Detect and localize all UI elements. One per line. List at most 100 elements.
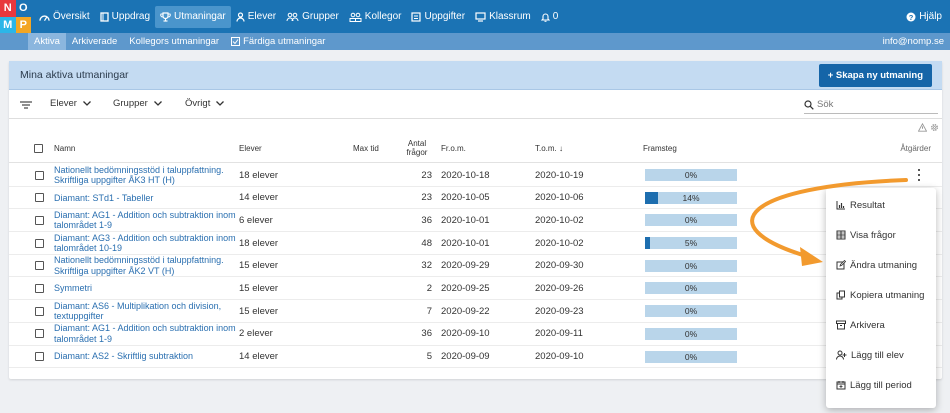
header-antal-fragor[interactable]: Antal frågor	[402, 133, 432, 163]
main-nav: Översikt Uppdrag Utmaningar Elever Grupp…	[34, 0, 563, 33]
table-tools	[918, 123, 939, 132]
row-checkbox[interactable]	[35, 215, 44, 225]
menu-item-resultat[interactable]: Resultat	[826, 190, 936, 220]
nav-item-notifications[interactable]: 0	[536, 6, 564, 28]
row-name-link[interactable]: Diamant: AS2 - Skriftlig subtraktion	[54, 346, 239, 368]
row-checkbox[interactable]	[35, 283, 44, 293]
row-tom-date: 2020-09-26	[535, 282, 584, 294]
table-header: Namn Elever Max tid Antal frågor Fr.o.m.…	[9, 133, 942, 163]
nav-item-utmaningar[interactable]: Utmaningar	[155, 5, 231, 28]
warning-icon[interactable]	[918, 123, 927, 132]
row-from-date: 2020-09-25	[441, 282, 490, 294]
menu-item-lagg-till-elev[interactable]: Lägg till elev	[826, 340, 936, 370]
header-from[interactable]: Fr.o.m.	[441, 133, 466, 163]
subnav-item-fardiga[interactable]: Färdiga utmaningar	[225, 33, 331, 50]
row-elever: 14 elever	[239, 192, 279, 204]
more-actions-icon[interactable]	[915, 168, 923, 182]
row-name-link[interactable]: Diamant: AG3 - Addition och subtraktion …	[54, 232, 239, 254]
progress-bar: 0%	[645, 259, 737, 272]
table-row[interactable]: Diamant: AG1 - Addition och subtraktion …	[9, 323, 942, 346]
row-from-date: 2020-10-05	[441, 192, 490, 204]
header-tom[interactable]: T.o.m. ↓	[535, 133, 563, 163]
row-checkbox[interactable]	[35, 329, 44, 339]
nav-item-oversikt[interactable]: Översikt	[34, 6, 95, 28]
filter-elever-label: Elever	[50, 98, 77, 109]
nav-label-kollegor: Kollegor	[364, 11, 402, 22]
nav-label-uppdrag: Uppdrag	[111, 11, 151, 22]
menu-item-kopiera-utmaning[interactable]: Kopiera utmaning	[826, 280, 936, 310]
create-challenge-button[interactable]: + Skapa ny utmaning	[818, 64, 932, 87]
gear-icon[interactable]	[930, 123, 939, 132]
row-tom-date: 2020-09-11	[535, 328, 583, 340]
help-link[interactable]: ? Hjälp	[906, 0, 942, 33]
nomp-logo[interactable]: N O M P	[0, 0, 31, 33]
row-name-link[interactable]: Nationellt bedömningsstöd i taluppfattni…	[54, 255, 239, 277]
header-namn[interactable]: Namn	[54, 133, 75, 163]
filter-elever[interactable]: Elever	[50, 98, 91, 109]
nav-item-elever[interactable]: Elever	[231, 6, 281, 28]
row-checkbox[interactable]	[35, 261, 44, 271]
header-max-tid[interactable]: Max tid	[353, 133, 379, 163]
row-name-link[interactable]: Diamant: AG1 - Addition och subtraktion …	[54, 323, 239, 345]
table-row[interactable]: Nationellt bedömningsstöd i taluppfattni…	[9, 255, 942, 278]
filter-icon[interactable]	[20, 101, 32, 109]
header-framsteg[interactable]: Framsteg	[643, 133, 677, 163]
row-antal-fragor: 32	[421, 260, 432, 272]
progress-bar: 5%	[645, 237, 737, 250]
row-checkbox[interactable]	[35, 306, 44, 316]
row-checkbox[interactable]	[35, 238, 44, 248]
table-row[interactable]: Nationellt bedömningsstöd i taluppfattni…	[9, 164, 942, 187]
row-name-link[interactable]: Diamant: AS6 - Multiplikation och divisi…	[54, 300, 239, 322]
subnav-item-kollegors[interactable]: Kollegors utmaningar	[123, 33, 225, 50]
row-checkbox[interactable]	[35, 352, 44, 361]
filter-ovrigt[interactable]: Övrigt	[185, 98, 225, 109]
row-checkbox[interactable]	[35, 193, 44, 203]
subnav-item-arkiverade[interactable]: Arkiverade	[66, 33, 123, 50]
table-row[interactable]: Diamant: AG1 - Addition och subtraktion …	[9, 209, 942, 233]
menu-item-visa-fragor[interactable]: Visa frågor	[826, 220, 936, 250]
menu-label-kopiera-utmaning: Kopiera utmaning	[850, 289, 925, 301]
row-from-date: 2020-09-22	[441, 305, 490, 317]
filter-ovrigt-label: Övrigt	[185, 98, 211, 109]
nav-item-uppdrag[interactable]: Uppdrag	[95, 6, 155, 28]
grid-icon	[836, 230, 846, 240]
progress-label: 0%	[684, 260, 698, 271]
colleagues-icon	[349, 12, 362, 22]
nav-item-grupper[interactable]: Grupper	[281, 6, 344, 28]
header-elever[interactable]: Elever	[239, 133, 262, 163]
progress-bar: 0%	[645, 282, 737, 295]
table-row[interactable]: Diamant: AS2 - Skriftlig subtraktion 14 e…	[9, 346, 942, 369]
table-body: Nationellt bedömningsstöd i taluppfattni…	[9, 164, 942, 369]
table-row[interactable]: Symmetri 15 elever 2 2020-09-25 2020-09-26 0%	[9, 277, 942, 301]
header-antal-line1: Antal	[407, 138, 427, 148]
select-all-checkbox[interactable]	[34, 143, 43, 153]
svg-text:?: ?	[909, 13, 914, 22]
table-row[interactable]: Diamant: STd1 - Tabeller 14 elever 23 2020-…	[9, 187, 942, 210]
nav-item-kollegor[interactable]: Kollegor	[344, 6, 407, 28]
filter-grupper[interactable]: Grupper	[113, 98, 162, 109]
chevron-down-icon	[153, 101, 162, 106]
subnav-item-aktiva[interactable]: Aktiva	[28, 33, 66, 50]
row-checkbox[interactable]	[35, 170, 44, 180]
table-row[interactable]: Diamant: AG3 - Addition och subtraktion …	[9, 232, 942, 255]
row-tom-date: 2020-09-23	[535, 305, 584, 317]
menu-item-arkivera[interactable]: Arkivera	[826, 310, 936, 340]
nav-item-uppgifter[interactable]: Uppgifter	[406, 6, 470, 28]
table-row[interactable]: Diamant: AS6 - Multiplikation och divisi…	[9, 300, 942, 323]
search-input[interactable]: Sök	[804, 96, 938, 114]
menu-item-andra-utmaning[interactable]: Ändra utmaning	[826, 250, 936, 280]
row-antal-fragor: 48	[421, 237, 432, 249]
row-name-link[interactable]: Diamant: AG1 - Addition och subtraktion …	[54, 209, 239, 231]
nav-item-klassrum[interactable]: Klassrum	[470, 6, 536, 28]
finished-icon	[231, 37, 241, 46]
sub-navbar: Aktiva Arkiverade Kollegors utmaningar F…	[0, 33, 950, 50]
row-name-link[interactable]: Nationellt bedömningsstöd i taluppfattni…	[54, 164, 239, 186]
menu-item-lagg-till-period[interactable]: Lägg till period	[826, 370, 936, 400]
row-name-link[interactable]: Symmetri	[54, 277, 239, 299]
menu-label-lagg-till-period: Lägg till period	[850, 379, 912, 391]
logo-letter-n: N	[0, 0, 16, 17]
row-name-link[interactable]: Diamant: STd1 - Tabeller	[54, 187, 239, 209]
user-email[interactable]: info@nomp.se	[883, 33, 944, 50]
row-tom-date: 2020-10-02	[535, 214, 584, 226]
archive-icon	[836, 320, 846, 330]
